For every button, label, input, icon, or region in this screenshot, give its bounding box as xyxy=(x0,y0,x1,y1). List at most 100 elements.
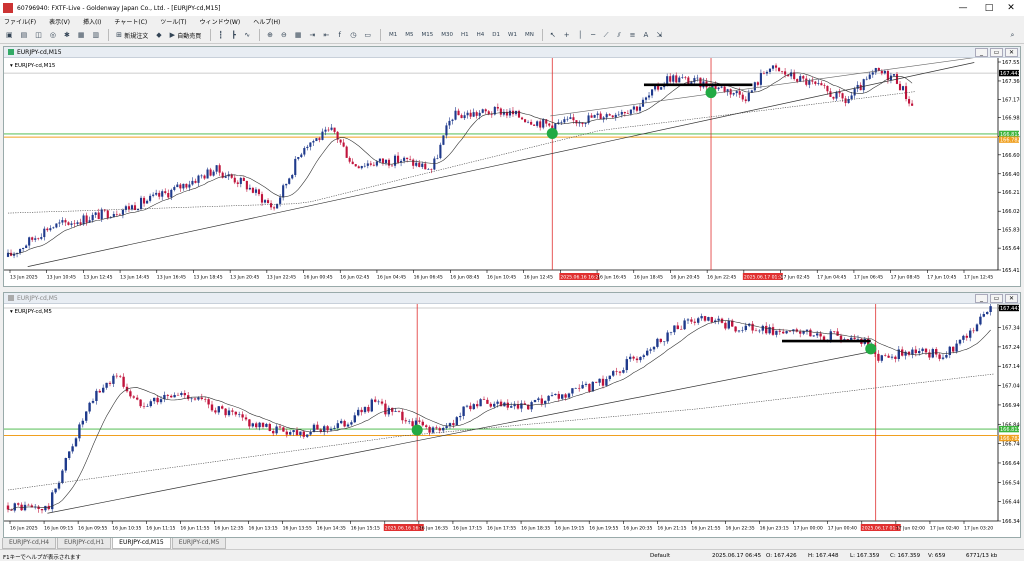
timeframe-mn[interactable]: MN xyxy=(521,29,538,42)
candle-body xyxy=(64,220,67,223)
periods-icon[interactable]: ◷ xyxy=(347,29,359,42)
tester-icon[interactable]: ▥ xyxy=(89,29,102,42)
menu-view[interactable]: 表示(V) xyxy=(49,17,70,26)
candle-body xyxy=(469,405,472,410)
timeframe-h4[interactable]: H4 xyxy=(473,29,489,42)
menu-file[interactable]: ファイル(F) xyxy=(4,17,36,26)
candle-body xyxy=(669,76,672,82)
time-tick-label: 16 Jun 13:15 xyxy=(249,526,278,532)
timeframe-m30[interactable]: M30 xyxy=(437,29,457,42)
candle-body xyxy=(427,169,430,170)
candle-body xyxy=(738,91,741,95)
chart-close-button[interactable]: ✕ xyxy=(1005,48,1018,57)
profiles-icon[interactable]: ▤ xyxy=(18,29,31,42)
candle-body xyxy=(666,332,669,342)
menu-insert[interactable]: 挿入(I) xyxy=(83,17,101,26)
candle-body xyxy=(781,71,784,72)
status-close: C: 167.359 xyxy=(890,553,921,559)
candle-body xyxy=(94,212,97,215)
new-chart-icon[interactable]: ▣ xyxy=(3,29,16,42)
candle-body xyxy=(74,438,78,447)
channel-icon[interactable]: ⫽ xyxy=(614,29,625,42)
templates-icon[interactable]: ▭ xyxy=(361,29,374,42)
vertical-line-icon[interactable]: │ xyxy=(575,29,586,42)
bar-chart-icon[interactable]: ┇ xyxy=(215,29,226,42)
candle-body xyxy=(584,383,588,385)
text-icon[interactable]: A xyxy=(640,29,651,42)
chart-close-button[interactable]: ✕ xyxy=(1005,294,1018,303)
tab-eurjpy-h4[interactable]: EURJPY-cd,H4 xyxy=(2,538,57,549)
candle-body xyxy=(257,189,261,195)
timeframe-m5[interactable]: M5 xyxy=(401,29,417,42)
timeframe-h1[interactable]: H1 xyxy=(457,29,473,42)
zoom-in-icon[interactable]: ⊕ xyxy=(264,29,276,42)
tab-eurjpy-h1[interactable]: EURJPY-cd,H1 xyxy=(57,538,112,549)
timeframe-m15[interactable]: M15 xyxy=(418,29,438,42)
data-window-icon[interactable]: ◎ xyxy=(47,29,59,42)
tab-eurjpy-m15[interactable]: EURJPY-cd,M15 xyxy=(112,538,171,549)
terminal-icon[interactable]: ▦ xyxy=(75,29,88,42)
candle-body xyxy=(844,98,847,104)
trendline-icon[interactable]: ⟋ xyxy=(601,29,612,42)
market-watch-icon[interactable]: ◫ xyxy=(32,29,45,42)
candle-body xyxy=(986,311,989,315)
candlestick-icon[interactable]: ┣ xyxy=(228,29,239,42)
menu-help[interactable]: ヘルプ(H) xyxy=(253,17,280,26)
timeframe-d1[interactable]: D1 xyxy=(488,29,504,42)
chart-shift-icon[interactable]: ⇤ xyxy=(320,29,332,42)
candle-body xyxy=(646,350,649,356)
candle-body xyxy=(496,401,499,404)
chart-minimize-button[interactable]: _ xyxy=(975,48,988,57)
auto-scroll-icon[interactable]: ⇥ xyxy=(307,29,319,42)
new-order-button[interactable]: ⊞ 新規注文 xyxy=(113,29,151,42)
candle-body xyxy=(868,74,871,79)
candle-body xyxy=(799,76,802,82)
candle-body xyxy=(520,117,524,120)
auto-trade-button[interactable]: ▶ 自動売買 xyxy=(167,29,205,42)
candle-body xyxy=(397,411,401,412)
candle-body xyxy=(200,397,203,399)
time-tick-label: 16 Jun 23:15 xyxy=(760,526,789,532)
candle-body xyxy=(297,156,300,159)
indicators-icon[interactable]: f xyxy=(334,29,345,42)
tab-eurjpy-m5[interactable]: EURJPY-cd,M5 xyxy=(171,538,227,549)
fibonacci-icon[interactable]: ≡ xyxy=(627,29,639,42)
menu-tools[interactable]: ツール(T) xyxy=(160,17,186,26)
close-button[interactable]: ✕ xyxy=(998,0,1024,16)
candle-body xyxy=(98,390,101,393)
chart-window-m5: EURJPY-cd,M5 _ ▭ ✕ ▾ EURJPY-cd,M5 167.441… xyxy=(3,292,1023,538)
navigator-icon[interactable]: ✱ xyxy=(61,29,73,42)
timeframe-m1[interactable]: M1 xyxy=(385,29,401,42)
zoom-out-icon[interactable]: ⊖ xyxy=(278,29,290,42)
arrows-icon[interactable]: ⇲ xyxy=(653,29,665,42)
crosshair-icon[interactable]: + xyxy=(561,29,573,42)
cursor-icon[interactable]: ↖ xyxy=(547,29,559,42)
candlestick-chart-m5[interactable]: ▾ EURJPY-cd,M5 167.441 167.340 167.240 167.1… xyxy=(4,302,1023,537)
time-tick-label: 16 Jun 11:15 xyxy=(146,526,175,532)
candle-body xyxy=(557,393,560,399)
horizontal-line-icon[interactable]: ─ xyxy=(588,29,599,42)
candle-body xyxy=(191,180,194,185)
candle-body xyxy=(224,408,227,416)
candle-body xyxy=(629,109,632,114)
chart-restore-button[interactable]: ▭ xyxy=(990,294,1003,303)
timeframe-w1[interactable]: W1 xyxy=(504,29,521,42)
minimize-button[interactable]: — xyxy=(950,0,976,16)
price-tick-label: 166.540 xyxy=(1002,480,1020,486)
candle-body xyxy=(149,195,152,201)
tile-windows-icon[interactable]: ▦ xyxy=(292,29,305,42)
candle-body xyxy=(44,505,47,511)
metaeditor-icon[interactable]: ◆ xyxy=(153,29,164,42)
orange-level-label: 166.782 xyxy=(1000,138,1020,144)
menu-chart[interactable]: チャート(C) xyxy=(114,17,147,26)
candle-body xyxy=(404,420,407,422)
line-chart-icon[interactable]: ∿ xyxy=(241,29,253,42)
search-icon[interactable]: ⌕ xyxy=(1007,29,1018,42)
candlestick-chart-m15[interactable]: ▾ EURJPY-cd,M15 167.555 167.360 167.170 166.… xyxy=(4,57,1023,286)
chart-restore-button[interactable]: ▭ xyxy=(990,48,1003,57)
menu-window[interactable]: ウィンドウ(W) xyxy=(200,17,241,26)
chart-minimize-button[interactable]: _ xyxy=(975,294,988,303)
candle-body xyxy=(566,118,569,120)
candle-body xyxy=(292,430,295,433)
candle-body xyxy=(418,420,421,422)
